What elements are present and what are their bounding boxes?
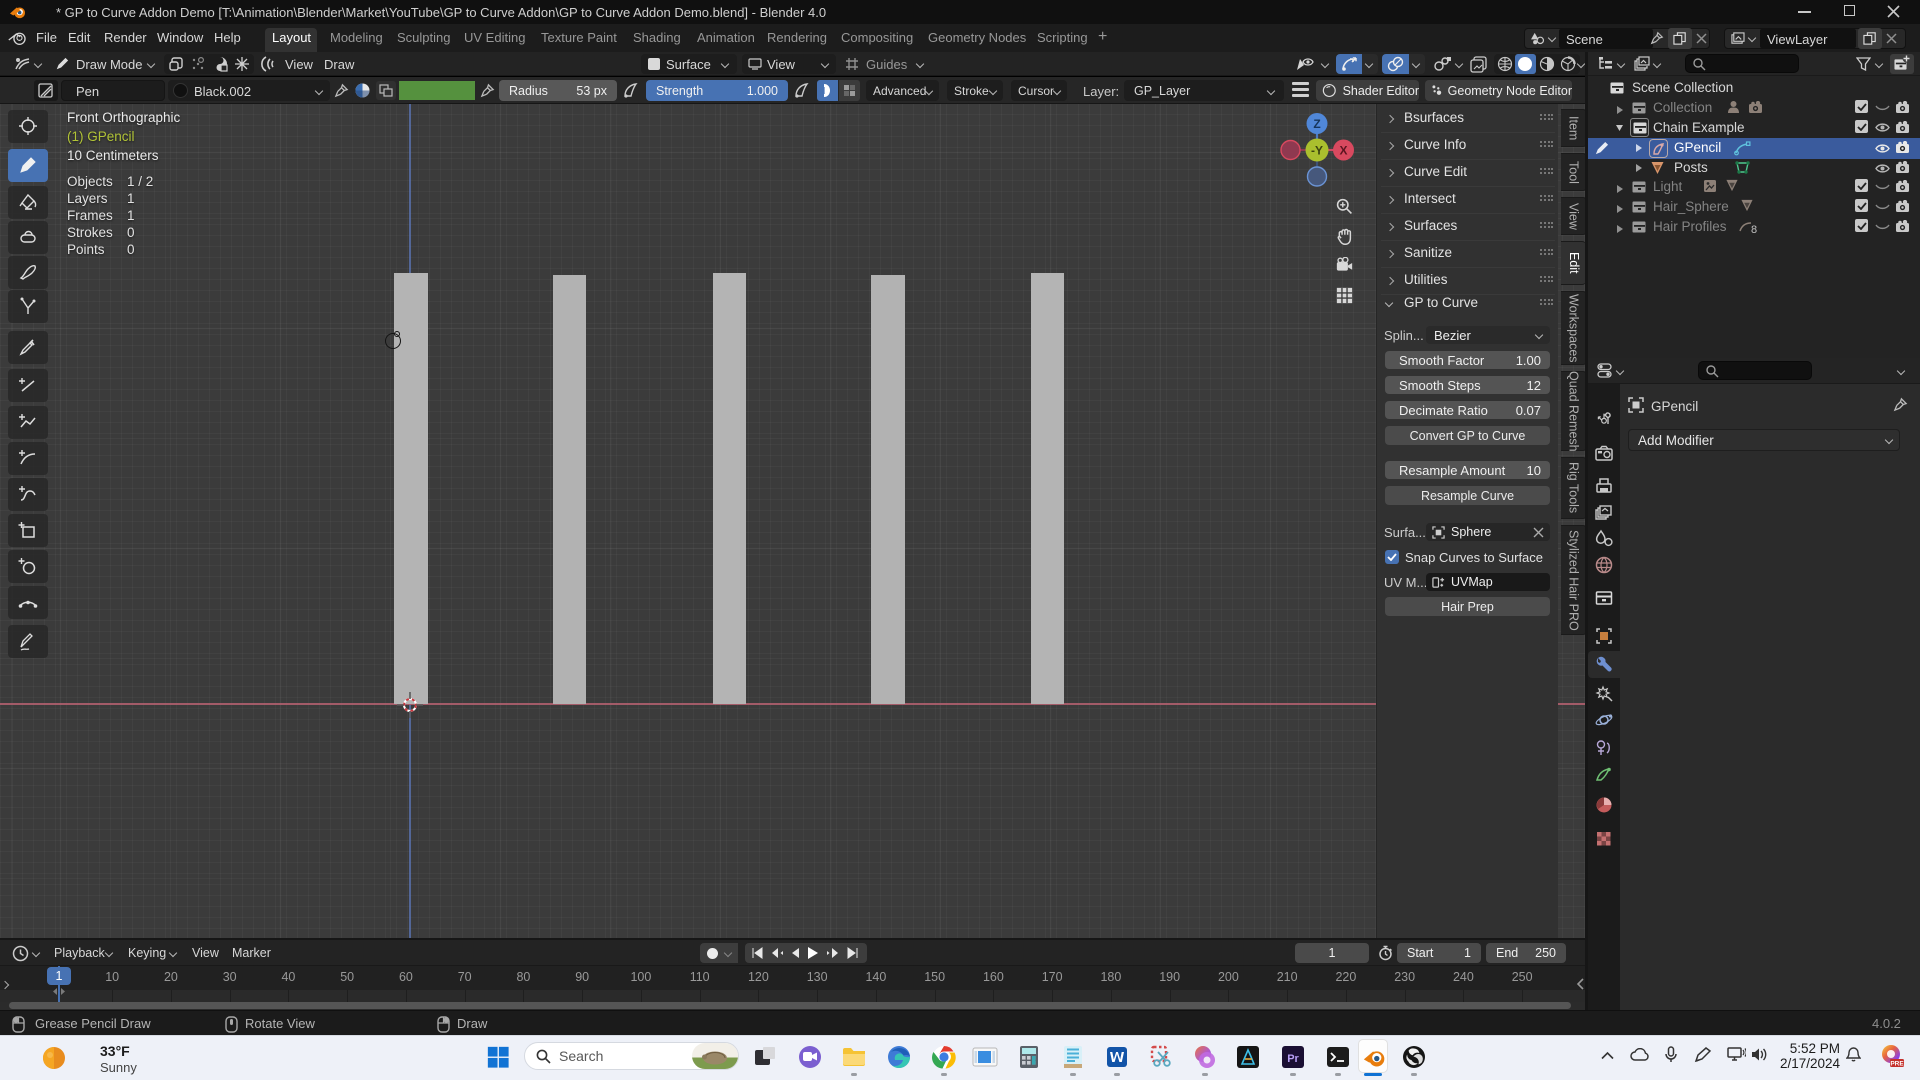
- svg-text:X: X: [1339, 144, 1347, 158]
- svg-text:Pr: Pr: [1287, 1053, 1299, 1065]
- svg-text:Z: Z: [1313, 117, 1320, 131]
- svg-text:PRE: PRE: [1890, 1060, 1904, 1067]
- svg-text:-Y: -Y: [1311, 144, 1323, 158]
